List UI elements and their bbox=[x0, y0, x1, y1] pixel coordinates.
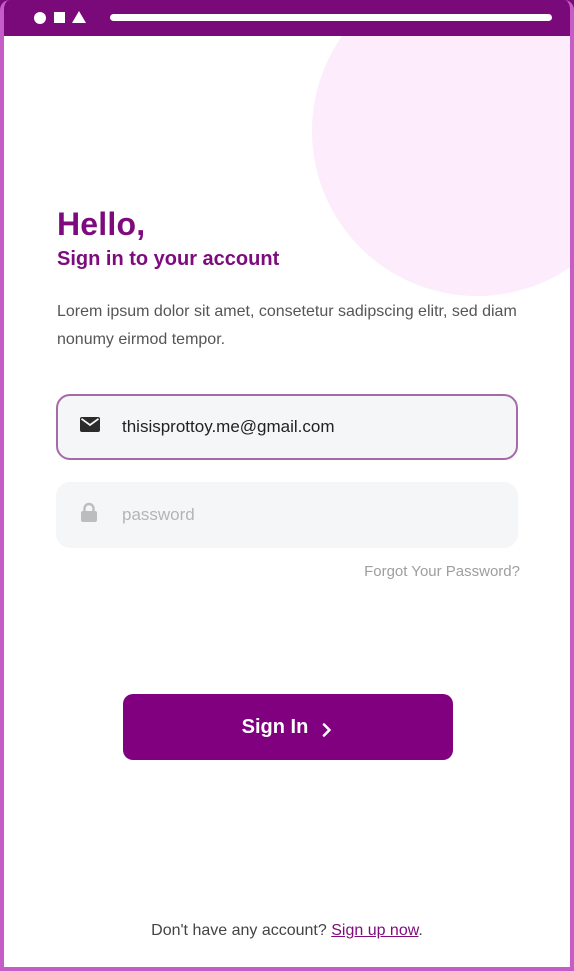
phone-frame: Hello, Sign in to your account Lorem ips… bbox=[0, 0, 574, 971]
lock-icon bbox=[80, 502, 98, 528]
password-field[interactable] bbox=[56, 482, 518, 548]
sign-in-label: Sign In bbox=[241, 715, 309, 738]
email-input[interactable] bbox=[122, 396, 502, 458]
circle-icon bbox=[34, 12, 46, 24]
page-description: Lorem ipsum dolor sit amet, consetetur s… bbox=[57, 303, 517, 348]
status-bar bbox=[4, 0, 570, 36]
sign-in-button[interactable]: Sign In bbox=[123, 694, 453, 760]
status-bar-line bbox=[110, 14, 552, 21]
decorative-circle bbox=[312, 36, 570, 296]
forgot-password-link[interactable]: Forgot Your Password? bbox=[364, 563, 520, 580]
chevron-right-icon bbox=[320, 720, 334, 737]
login-screen: Hello, Sign in to your account Lorem ips… bbox=[4, 36, 570, 967]
email-field[interactable] bbox=[56, 394, 518, 460]
mail-icon bbox=[80, 417, 100, 437]
sign-up-link[interactable]: Sign up now bbox=[331, 922, 418, 939]
square-icon bbox=[54, 12, 65, 23]
signup-prompt-text: Don't have any account? bbox=[151, 922, 327, 939]
page-title: Hello, bbox=[57, 206, 146, 242]
password-input[interactable] bbox=[122, 484, 502, 546]
triangle-icon bbox=[72, 11, 86, 23]
signup-prompt-period: . bbox=[418, 922, 423, 939]
signup-prompt: Don't have any account? Sign up now. bbox=[4, 922, 570, 940]
page-subtitle: Sign in to your account bbox=[57, 248, 280, 270]
